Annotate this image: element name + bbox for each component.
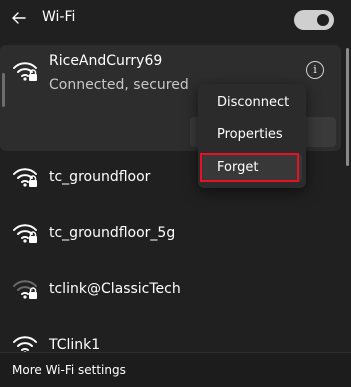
wifi-toggle[interactable] bbox=[294, 10, 334, 30]
wifi-secured-icon bbox=[13, 168, 37, 187]
network-row[interactable]: tclink@ClassicTech bbox=[0, 262, 341, 318]
quick-settings-header: Wi-Fi bbox=[0, 0, 351, 40]
footer: More Wi-Fi settings bbox=[0, 352, 351, 387]
network-status: Connected, secured bbox=[49, 77, 189, 93]
forget-highlight-box bbox=[200, 153, 299, 182]
page-title: Wi-Fi bbox=[42, 9, 76, 25]
wifi-secured-icon bbox=[13, 224, 37, 243]
wifi-secured-icon bbox=[13, 336, 37, 352]
network-name: tc_groundfloor_5g bbox=[49, 225, 176, 241]
menu-item-properties[interactable]: Properties bbox=[202, 121, 302, 149]
network-name: tc_groundfloor bbox=[49, 169, 151, 185]
network-name: tclink@ClassicTech bbox=[49, 281, 181, 297]
scrollbar[interactable] bbox=[346, 48, 349, 166]
network-row[interactable]: tc_groundfloor_5g bbox=[0, 206, 341, 262]
menu-item-disconnect[interactable]: Disconnect bbox=[202, 89, 302, 117]
network-row[interactable]: TClink1 bbox=[0, 318, 341, 352]
more-wifi-settings-link[interactable]: More Wi-Fi settings bbox=[12, 363, 126, 377]
toggle-knob bbox=[317, 14, 329, 26]
back-arrow-icon[interactable] bbox=[8, 7, 30, 29]
network-name: RiceAndCurry69 bbox=[49, 53, 163, 69]
wifi-secured-weak-icon bbox=[13, 280, 37, 299]
selection-accent bbox=[2, 73, 5, 107]
info-icon[interactable]: i bbox=[306, 61, 324, 79]
wifi-secured-icon bbox=[13, 62, 37, 81]
network-name: TClink1 bbox=[49, 337, 101, 352]
